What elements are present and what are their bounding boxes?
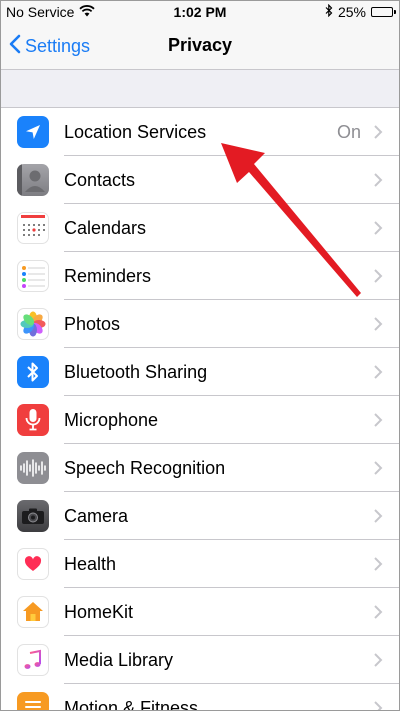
row-label: Speech Recognition [64, 458, 226, 478]
chevron-right-icon [374, 413, 383, 427]
motion-icon [17, 692, 49, 710]
row-label: Camera [64, 506, 129, 526]
chevron-right-icon [374, 557, 383, 571]
row-bluetooth-sharing[interactable]: Bluetooth Sharing [1, 348, 399, 396]
bluetooth-status-icon [325, 3, 333, 20]
chevron-right-icon [374, 269, 383, 283]
battery-icon [371, 7, 396, 17]
home-icon [17, 596, 49, 628]
battery-percent: 25% [337, 4, 366, 20]
reminders-icon [17, 260, 49, 292]
chevron-right-icon [374, 653, 383, 667]
bluetooth-icon [17, 356, 49, 388]
chevron-right-icon [374, 509, 383, 523]
camera-icon [17, 500, 49, 532]
top-bar: No Service 1:02 PM 25% Settings Privacy [1, 1, 399, 70]
location-arrow-icon [17, 116, 49, 148]
navigation-bar: Settings Privacy [1, 23, 399, 69]
status-right: 25% [325, 3, 396, 20]
row-location-services[interactable]: Location Services On [1, 108, 399, 156]
row-media-library[interactable]: Media Library [1, 636, 399, 684]
row-label: Calendars [64, 218, 147, 238]
row-label: Bluetooth Sharing [64, 362, 208, 382]
microphone-icon [17, 404, 49, 436]
privacy-list: Location Services On Contacts Calendars … [1, 107, 399, 711]
status-bar: No Service 1:02 PM 25% [1, 1, 399, 23]
row-calendars[interactable]: Calendars [1, 204, 399, 252]
chevron-right-icon [374, 605, 383, 619]
chevron-right-icon [374, 701, 383, 710]
heart-icon [17, 548, 49, 580]
chevron-right-icon [374, 125, 383, 139]
row-label: Contacts [64, 170, 136, 190]
row-reminders[interactable]: Reminders [1, 252, 399, 300]
photos-icon [17, 308, 49, 340]
contacts-icon [17, 164, 49, 196]
speech-waveform-icon [17, 452, 49, 484]
row-label: HomeKit [64, 602, 134, 622]
row-label: Location Services [64, 122, 207, 142]
calendar-icon [17, 212, 49, 244]
row-motion-fitness[interactable]: Motion & Fitness [1, 684, 399, 711]
screen: No Service 1:02 PM 25% Settings Privacy … [0, 0, 400, 711]
row-label: Microphone [64, 410, 159, 430]
row-contacts[interactable]: Contacts [1, 156, 399, 204]
chevron-right-icon [374, 173, 383, 187]
row-label: Photos [64, 314, 121, 334]
row-value: On [336, 122, 361, 142]
page-title: Privacy [167, 35, 233, 55]
row-label: Motion & Fitness [64, 698, 199, 711]
row-photos[interactable]: Photos [1, 300, 399, 348]
row-label: Reminders [64, 266, 152, 286]
chevron-right-icon [374, 317, 383, 331]
row-label: Media Library [64, 650, 174, 670]
row-camera[interactable]: Camera [1, 492, 399, 540]
chevron-right-icon [374, 221, 383, 235]
chevron-right-icon [374, 461, 383, 475]
row-label: Health [64, 554, 117, 574]
row-homekit[interactable]: HomeKit [1, 588, 399, 636]
chevron-right-icon [374, 365, 383, 379]
row-health[interactable]: Health [1, 540, 399, 588]
row-microphone[interactable]: Microphone [1, 396, 399, 444]
row-speech-recognition[interactable]: Speech Recognition [1, 444, 399, 492]
music-note-icon [17, 644, 49, 676]
